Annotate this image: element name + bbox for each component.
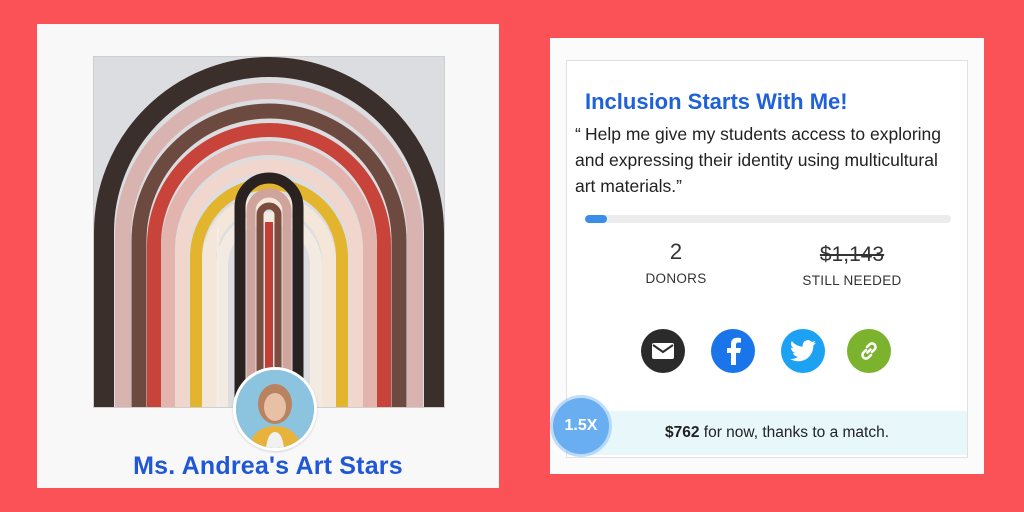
- donors-stat: 2 DONORS: [631, 239, 721, 286]
- share-email-button[interactable]: [641, 329, 685, 373]
- facebook-icon: [727, 337, 741, 365]
- donors-count: 2: [669, 239, 683, 264]
- artwork-image[interactable]: [93, 56, 445, 408]
- teacher-card: Ms. Andrea's Art Stars: [37, 24, 499, 488]
- project-quote: “Help me give my students access to expl…: [575, 121, 959, 199]
- share-facebook-button[interactable]: [711, 329, 755, 373]
- twitter-icon: [790, 340, 816, 362]
- link-icon: [861, 342, 877, 360]
- funding-progress-bar: [585, 215, 951, 223]
- share-twitter-button[interactable]: [781, 329, 825, 373]
- still-needed-stat: $1,143 STILL NEEDED: [797, 243, 907, 288]
- avatar-portrait: [236, 370, 314, 448]
- project-details: Inclusion Starts With Me! “Help me give …: [566, 60, 968, 458]
- still-needed-amount: $1,143: [819, 243, 885, 266]
- project-card: Inclusion Starts With Me! “Help me give …: [550, 38, 984, 474]
- rainbow-artwork: [94, 57, 444, 407]
- teacher-avatar[interactable]: [233, 367, 317, 451]
- share-link-button[interactable]: [847, 329, 891, 373]
- still-needed-label: STILL NEEDED: [802, 273, 902, 288]
- funding-progress-fill: [585, 215, 607, 223]
- quote-open-mark: “: [575, 124, 581, 144]
- teacher-name[interactable]: Ms. Andrea's Art Stars: [37, 452, 499, 481]
- project-title[interactable]: Inclusion Starts With Me!: [585, 89, 848, 115]
- match-description: for now, thanks to a match.: [699, 424, 890, 441]
- match-info-bar: $762 for now, thanks to a match.: [567, 411, 967, 455]
- donors-label: DONORS: [645, 271, 707, 286]
- quote-text: Help me give my students access to explo…: [575, 124, 941, 196]
- email-icon: [652, 343, 674, 359]
- match-amount: $762: [665, 424, 700, 441]
- match-multiplier-badge: 1.5X: [553, 398, 609, 454]
- share-buttons: [641, 329, 901, 375]
- match-text: $762 for now, thanks to a match.: [665, 424, 889, 442]
